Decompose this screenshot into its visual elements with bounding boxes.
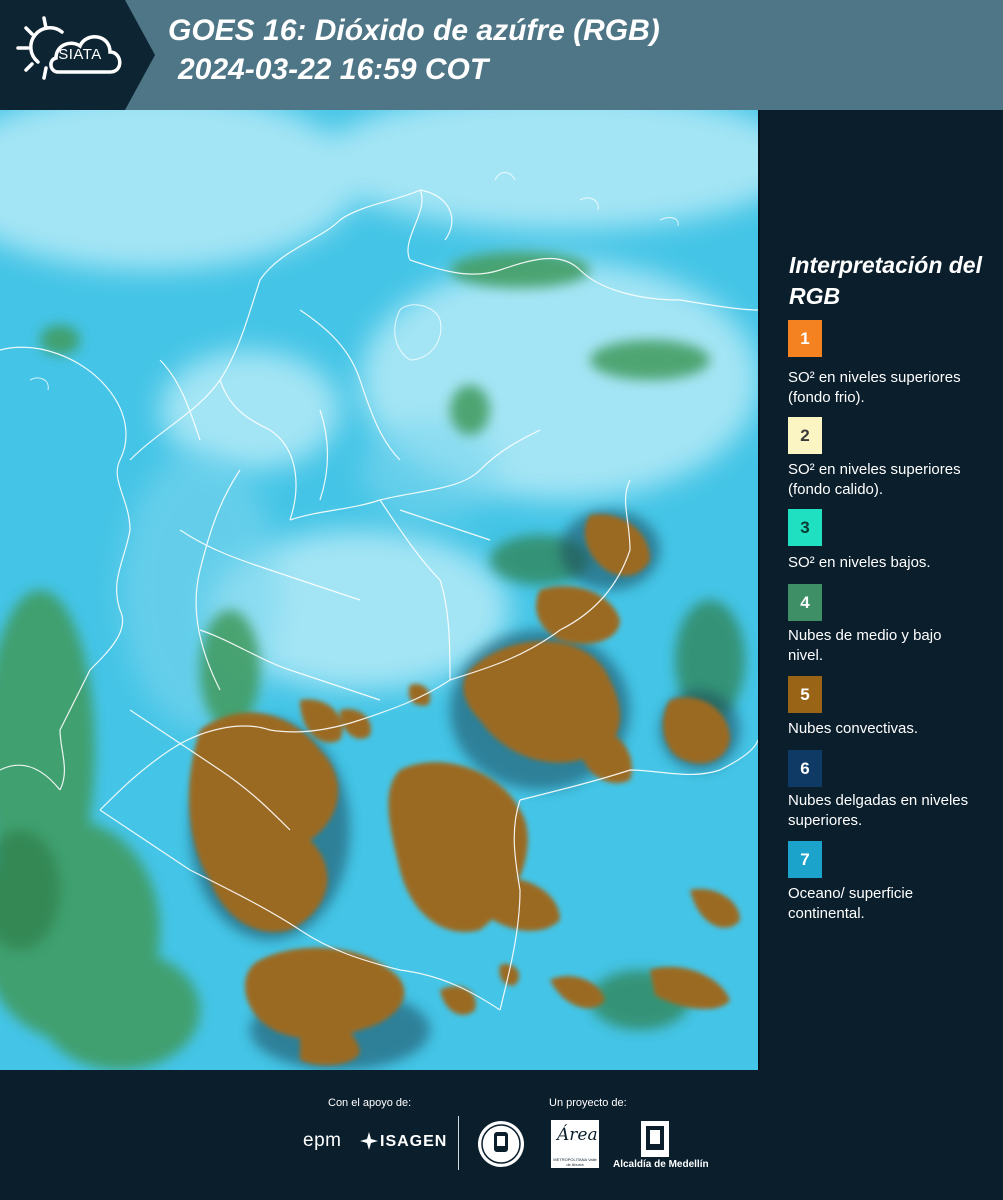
siata-logo[interactable]: SIATA [0, 0, 155, 110]
satellite-image [0, 110, 758, 1070]
isagen-star-icon [360, 1132, 378, 1150]
alcaldia-logo-text[interactable]: Alcaldía de Medellín [613, 1159, 709, 1170]
epm-logo[interactable]: epm [303, 1130, 341, 1152]
legend-swatch-6: 6 [788, 750, 822, 787]
legend-label-2: SO² en niveles superiores (fondo calido)… [788, 461, 961, 498]
legend-swatch-4: 4 [788, 584, 822, 621]
legend-label-3: SO² en niveles bajos. [788, 554, 931, 571]
area-metropolitana-subtitle: METROPOLITANA Valle de Aburrá [553, 1157, 597, 1167]
legend-swatch-7: 7 [788, 841, 822, 878]
project-label: Un proyecto de: [549, 1097, 627, 1109]
legend-label-1: SO² en niveles superiores (fondo frio). [788, 369, 961, 406]
area-metropolitana-script: Área [557, 1125, 598, 1145]
legend-label-6: Nubes delgadas en niveles superiores. [788, 792, 969, 829]
support-label: Con el apoyo de: [328, 1097, 412, 1109]
header-bar: SIATA GOES 16: Dióxido de azúfre (RGB) 2… [0, 0, 1003, 110]
legend-label-5: Nubes convectivas. [788, 720, 919, 737]
alcaldia-shield-icon [641, 1121, 669, 1157]
isagen-logo[interactable]: ISAGEN [380, 1133, 447, 1151]
legend-swatch-5: 5 [788, 676, 822, 713]
page-timestamp: 2024-03-22 16:59 COT [178, 53, 489, 86]
satellite-map[interactable] [0, 110, 758, 1070]
page-title: GOES 16: Dióxido de azúfre (RGB) [168, 14, 660, 47]
legend-swatch-3: 3 [788, 509, 822, 546]
footer-bar: Con el apoyo de: Un proyecto de: epm ISA… [0, 1070, 1003, 1200]
legend-title: Interpretación del RGB [789, 252, 982, 309]
legend-swatch-1: 1 [788, 320, 822, 357]
legend-swatch-2: 2 [788, 417, 822, 454]
legend-label-4: Nubes de medio y bajo nivel. [788, 627, 942, 664]
medellin-seal-icon[interactable] [477, 1120, 525, 1168]
footer-divider [458, 1116, 459, 1170]
siata-logo-text: SIATA [58, 46, 102, 63]
legend-panel: Interpretación del RGB 1 SO² en niveles … [760, 110, 1003, 1070]
legend-label-7: Oceano/ superficie continental. [788, 885, 914, 922]
